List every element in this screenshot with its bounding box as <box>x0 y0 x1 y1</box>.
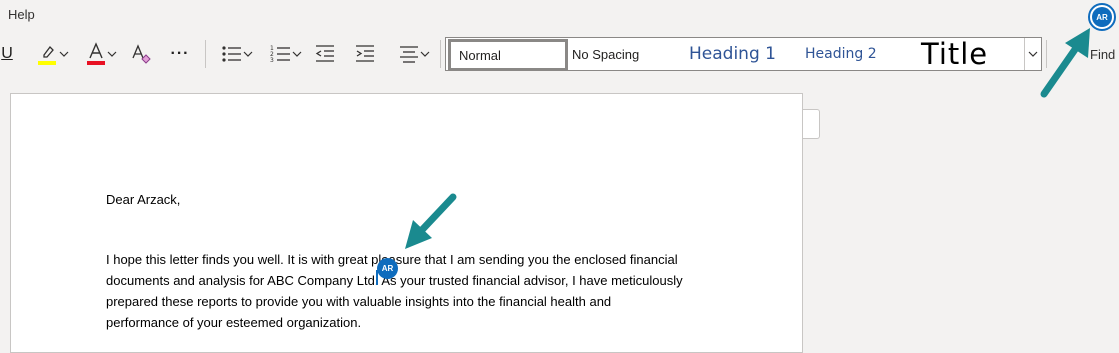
numbered-list-icon: 1 2 3 <box>270 45 290 64</box>
clear-formatting-icon <box>132 44 151 64</box>
chevron-down-icon <box>420 51 430 57</box>
bullet-list-icon <box>222 46 241 62</box>
style-title[interactable]: Title <box>921 37 988 71</box>
font-color-icon <box>87 42 105 65</box>
divider <box>205 40 206 68</box>
decrease-indent-icon <box>315 45 334 62</box>
chevron-down-icon <box>1028 51 1038 57</box>
chevron-down-icon <box>292 51 302 57</box>
underline-button[interactable]: U <box>0 40 14 68</box>
paragraph-line: performance of your esteemed organizatio… <box>106 315 362 330</box>
chevron-down-icon <box>243 51 253 57</box>
align-button[interactable] <box>393 40 435 68</box>
avatar-top[interactable]: AR <box>1088 3 1116 31</box>
find-button[interactable]: Find <box>1090 47 1115 62</box>
bullets-button[interactable] <box>216 40 258 68</box>
style-no-spacing[interactable]: No Spacing <box>572 38 639 70</box>
style-heading-2[interactable]: Heading 2 <box>805 38 877 70</box>
page-side-tab <box>803 109 820 139</box>
font-color-button[interactable] <box>82 40 120 68</box>
decrease-indent-button[interactable] <box>312 40 338 68</box>
highlight-button[interactable] <box>32 40 72 68</box>
underline-label: U <box>1 45 13 62</box>
chevron-down-icon <box>59 51 69 57</box>
clear-formatting-button[interactable] <box>128 40 154 68</box>
styles-gallery: Normal No Spacing Heading 1 Heading 2 Ti… <box>445 37 1042 71</box>
avatar-initials: AR <box>1092 7 1112 27</box>
chevron-down-icon <box>107 51 117 57</box>
align-center-icon <box>400 46 418 63</box>
increase-indent-icon <box>356 45 374 62</box>
menu-help[interactable]: Help <box>8 7 35 22</box>
highlighter-icon <box>38 46 56 65</box>
divider <box>1046 40 1047 68</box>
divider <box>440 40 441 68</box>
svg-text:3: 3 <box>270 57 274 64</box>
greeting-line: Dear Arzack, <box>106 192 181 207</box>
more-label: ··· <box>170 45 190 62</box>
style-heading-1[interactable]: Heading 1 <box>689 38 776 70</box>
more-options-button[interactable]: ··· <box>166 40 194 68</box>
styles-more-button[interactable] <box>1024 38 1041 70</box>
collaborator-flag: AR <box>377 258 398 279</box>
numbering-button[interactable]: 1 2 3 <box>266 40 306 68</box>
increase-indent-button[interactable] <box>352 40 378 68</box>
style-normal[interactable]: Normal <box>448 39 568 71</box>
paragraph-line: prepared these reports to provide you wi… <box>106 294 612 309</box>
